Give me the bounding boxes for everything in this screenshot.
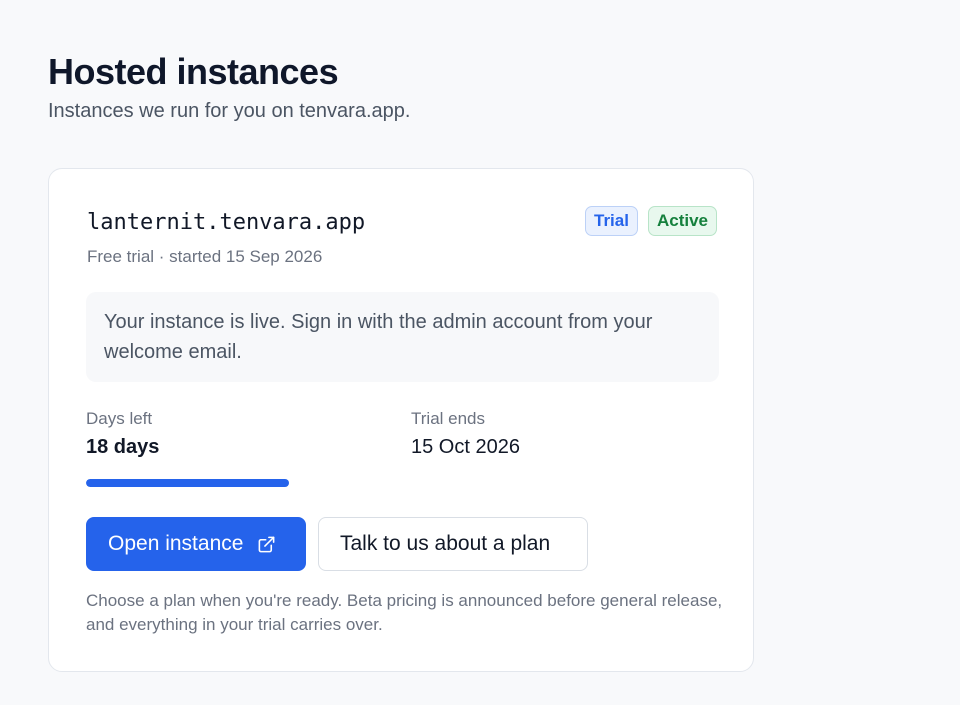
open-instance-label: Open instance xyxy=(108,532,244,555)
status-badges: Trial Active xyxy=(585,206,717,236)
page-title: Hosted instances xyxy=(48,51,339,92)
plan-footnote: Choose a plan when you're ready. Beta pr… xyxy=(86,591,723,634)
instance-hostname: lanternit.tenvara.app xyxy=(87,210,366,235)
talk-about-plan-label: Talk to us about a plan xyxy=(340,532,551,555)
instance-card: lanternit.tenvara.app Free trial · start… xyxy=(48,168,754,672)
instance-notice: Your instance is live. Sign in with the … xyxy=(86,292,719,382)
days-left-label: Days left xyxy=(86,409,153,428)
page-subtitle: Instances we run for you on tenvara.app. xyxy=(48,100,411,122)
trial-badge: Trial xyxy=(585,206,638,236)
trial-ends-value: 15 Oct 2026 xyxy=(411,436,520,458)
external-link-icon xyxy=(257,535,276,554)
instance-meta: Free trial · started 15 Sep 2026 xyxy=(87,247,323,266)
open-instance-button[interactable]: Open instance xyxy=(86,517,306,571)
talk-about-plan-button[interactable]: Talk to us about a plan xyxy=(318,517,588,571)
days-left-stat: Days left 18 days xyxy=(86,407,159,461)
trial-ends-stat: Trial ends 15 Oct 2026 xyxy=(411,407,520,461)
trial-progress-fill xyxy=(86,479,290,487)
hosted-instances-page: Hosted instances Instances we run for yo… xyxy=(48,50,756,672)
trial-ends-label: Trial ends xyxy=(411,409,486,428)
days-left-value: 18 days xyxy=(86,436,160,458)
instance-actions: Open instance Talk to us about a plan xyxy=(86,517,588,571)
trial-progress-bar xyxy=(86,479,594,487)
active-badge: Active xyxy=(647,206,717,236)
